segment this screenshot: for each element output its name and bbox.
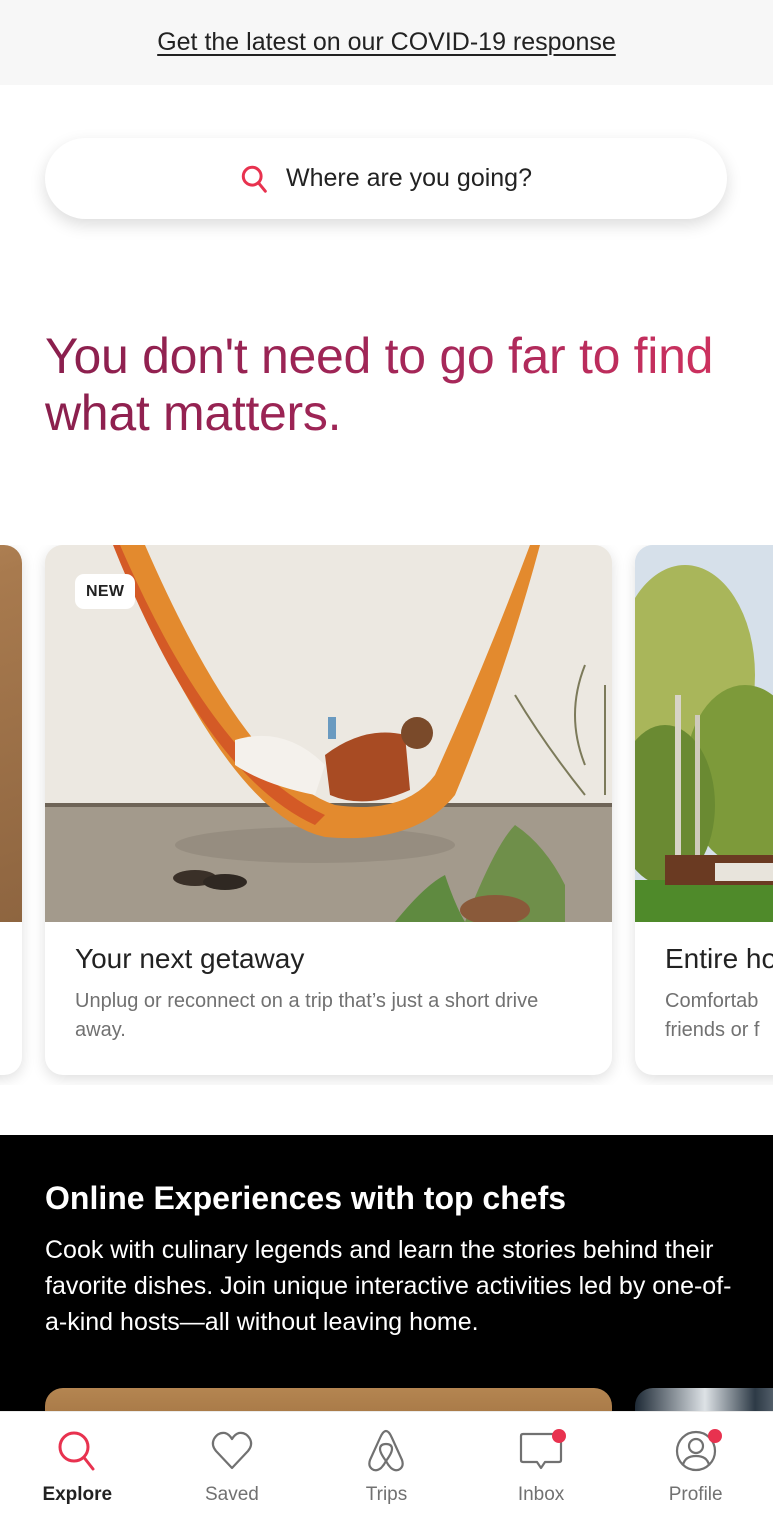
card-title: Entire ho [665,943,773,974]
forest-house-photo [635,545,773,922]
card-description: Comfortab friends or f [665,990,760,1041]
inbox-notification-dot [551,1429,566,1443]
online-experiences-description: Cook with culinary legends and learn the… [45,1236,732,1336]
covid-response-link[interactable]: Get the latest on our COVID-19 response [157,28,616,57]
carousel-card-getaway[interactable]: NEW Your next getaway Unplug or reconnec… [45,545,612,1075]
profile-notification-dot [708,1429,723,1443]
tab-profile[interactable]: Profile [618,1412,773,1536]
tab-label: Trips [365,1484,408,1505]
tab-explore[interactable]: Explore [0,1412,155,1536]
tab-label: Explore [42,1484,113,1505]
tab-inbox[interactable]: Inbox [464,1412,619,1536]
card-image [635,545,773,922]
bottom-tab-bar: Explore Saved Trips Inbox Profile [0,1411,773,1536]
search-icon [58,1431,95,1471]
heart-icon [211,1431,253,1470]
search-placeholder: Where are you going? [286,164,532,192]
covid-banner: Get the latest on our COVID-19 response [0,0,773,85]
tab-saved[interactable]: Saved [155,1412,310,1536]
new-badge: NEW [75,574,136,609]
tab-trips[interactable]: Trips [309,1412,464,1536]
tab-label: Inbox [517,1484,565,1505]
card-image [0,545,22,922]
tab-label: Profile [668,1484,723,1505]
tab-label: Saved [204,1484,259,1505]
search-icon [241,165,267,193]
carousel-card-entire-homes[interactable]: Entire ho Comfortab friends or f [635,545,773,1075]
carousel-card-previous[interactable] [0,545,22,1075]
category-carousel[interactable]: NEW Your next getaway Unplug or reconnec… [0,545,773,1085]
card-description: Unplug or reconnect on a trip that’s jus… [75,990,539,1041]
online-experiences-title: Online Experiences with top chefs [45,1180,567,1216]
airbnb-logo-icon [368,1429,405,1472]
hero-title: You don't need to go far to find what ma… [45,328,745,442]
search-bar[interactable]: Where are you going? [45,138,727,219]
online-experiences-section: Online Experiences with top chefs Cook w… [0,1135,773,1415]
card-title: Your next getaway [75,943,305,974]
